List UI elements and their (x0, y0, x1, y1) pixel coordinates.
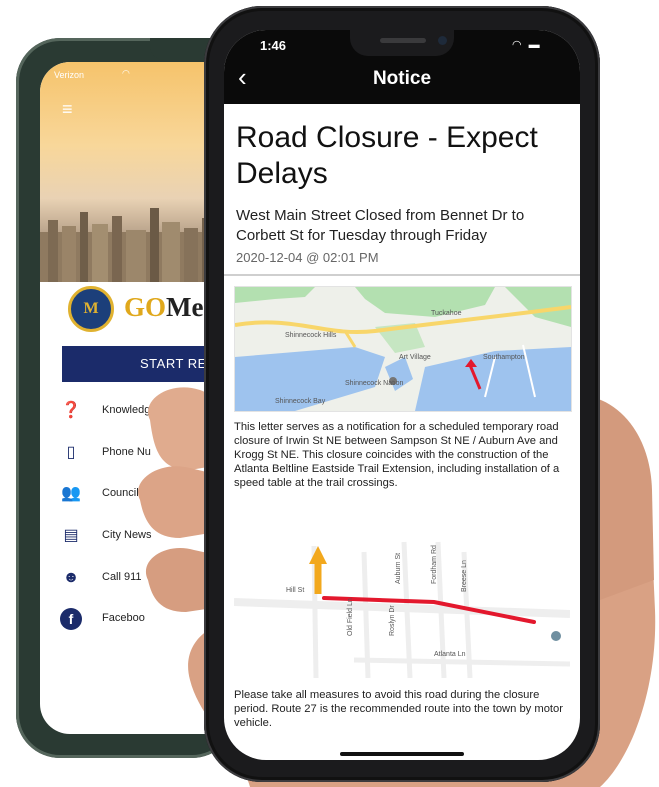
label-tuckahoe: Tuckahoe (431, 310, 462, 317)
front-camera (438, 36, 447, 45)
front-phone-screen: 1:46 ◠ ▬ ‹ Notice Road Closure - Expect … (224, 30, 580, 760)
header-title: Notice (372, 68, 432, 89)
label-art-village: Art Village (399, 354, 431, 361)
status-time: 1:46 (260, 38, 287, 53)
home-indicator[interactable] (340, 752, 464, 756)
notice-title: Road Closure - Expect Delays (236, 121, 538, 190)
label-breese-ln: Breese Ln (461, 560, 468, 592)
carrier-label: Verizon (54, 70, 85, 80)
label-roslyn-dr: Roslyn Dr (389, 605, 396, 636)
label-shinnecock-bay: Shinnecock Bay (275, 398, 326, 405)
label-southampton: Southampton (483, 354, 525, 361)
area-map[interactable]: Tuckahoe Shinnecock Hills Art Village So… (234, 286, 572, 412)
notice-content: Road Closure - Expect Delays West Main S… (224, 104, 580, 760)
hamburger-menu-icon[interactable]: ≡ (62, 100, 73, 118)
seal-letter: M (83, 300, 99, 317)
closure-street-map[interactable]: Hill St Old Field Ln Roslyn Dr Auburn St… (234, 532, 570, 678)
people-icon: 👥 (61, 485, 81, 502)
divider (224, 274, 580, 276)
newspaper-icon: ▤ (63, 527, 79, 544)
notice-paragraph-2: Please take all measures to avoid this r… (234, 689, 563, 729)
notice-subtitle: West Main Street Closed from Bennet Dr t… (236, 207, 525, 244)
label-shinnecock-nation: Shinnecock Nation (345, 380, 403, 387)
label-auburn-st: Auburn St (395, 553, 402, 584)
app-logo-text: GOMe (124, 292, 203, 323)
wifi-battery-icon: ◠ ▬ (512, 39, 542, 51)
city-seal-logo: M (68, 286, 114, 332)
notice-date: 2020-12-04 @ 02:01 PM (236, 250, 379, 265)
label-fordham-rd: Fordham Rd (431, 545, 438, 584)
label-old-field-ln: Old Field Ln (347, 598, 354, 636)
phone-icon: ▯ (66, 444, 76, 461)
skyline-graphic (40, 208, 230, 282)
label-hill-st: Hill St (286, 587, 304, 594)
notice-paragraph-1: This letter serves as a notification for… (234, 421, 560, 489)
label-atlanta-ln: Atlanta Ln (434, 651, 466, 658)
logo-text-me: Me (166, 292, 204, 322)
question-chat-icon: ❓ (61, 402, 81, 419)
facebook-icon: f (60, 608, 82, 630)
speaker-grill (380, 38, 426, 43)
logo-text-go: GO (124, 292, 167, 322)
wifi-icon: ◠ (122, 68, 130, 78)
label-shinnecock-hills: Shinnecock Hills (285, 332, 337, 339)
police-icon: ☻ (62, 569, 80, 586)
